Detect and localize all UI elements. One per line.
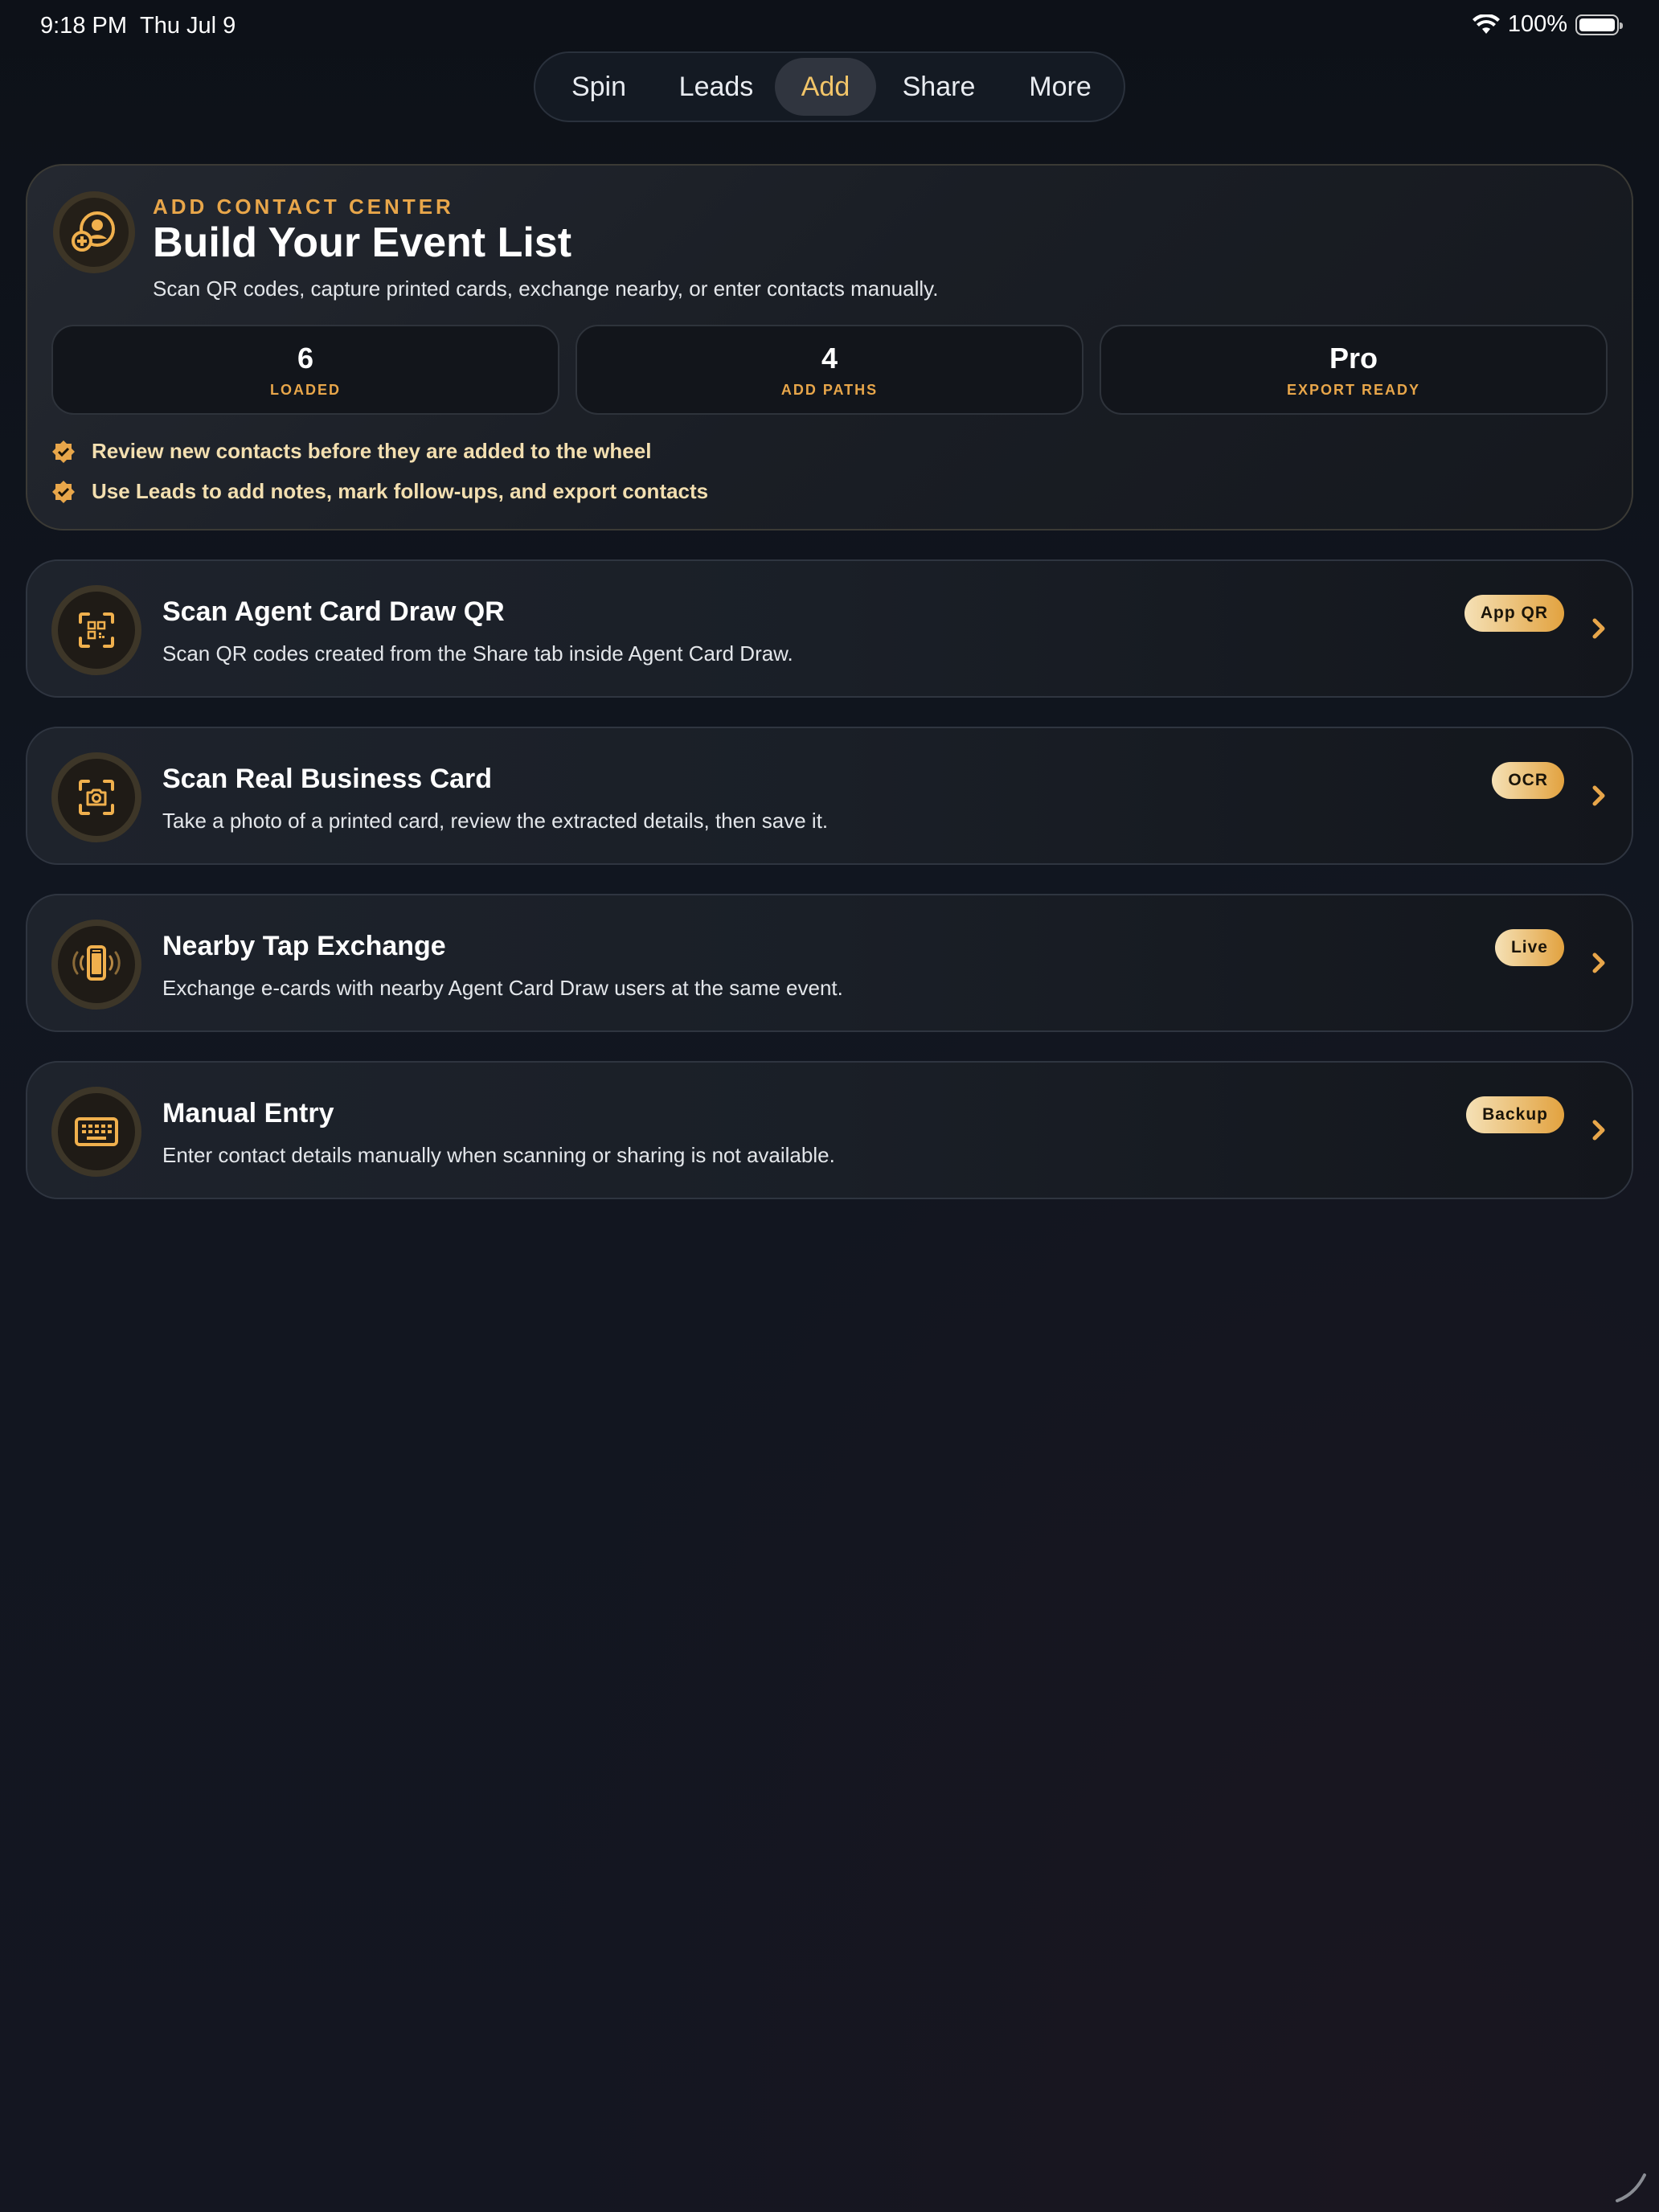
check-badge-icon xyxy=(52,480,75,503)
phone-waves-icon xyxy=(51,920,141,1010)
row-badge: Live xyxy=(1494,929,1564,966)
row-description: Take a photo of a printed card, review t… xyxy=(162,809,829,833)
tip-item: Review new contacts before they are adde… xyxy=(51,439,651,464)
tip-item: Use Leads to add notes, mark follow-ups,… xyxy=(51,479,708,504)
stat-value: Pro xyxy=(1329,341,1378,375)
keyboard-icon xyxy=(51,1087,141,1177)
tab-more[interactable]: More xyxy=(1002,58,1119,116)
stat-label: EXPORT READY xyxy=(1286,381,1421,398)
nearby-tap-exchange-row[interactable]: Nearby Tap Exchange Exchange e-cards wit… xyxy=(26,894,1633,1032)
hero-subtitle: Scan QR codes, capture printed cards, ex… xyxy=(153,276,939,301)
status-indicators: 100% xyxy=(1472,11,1623,38)
row-badge: App QR xyxy=(1464,595,1564,632)
tab-spin[interactable]: Spin xyxy=(540,58,657,116)
status-time: 9:18 PM xyxy=(40,13,127,39)
wifi-icon xyxy=(1472,14,1500,34)
tip-text: Review new contacts before they are adde… xyxy=(92,439,652,463)
stat-add-paths: 4 ADD PATHS xyxy=(576,325,1083,415)
row-title: Manual Entry xyxy=(162,1098,334,1129)
battery-icon xyxy=(1575,14,1623,35)
row-title: Scan Real Business Card xyxy=(162,764,493,794)
stat-label: LOADED xyxy=(270,381,341,398)
row-title: Nearby Tap Exchange xyxy=(162,931,446,961)
page-title: Build Your Event List xyxy=(153,219,572,266)
camera-scan-icon xyxy=(51,752,141,842)
add-contact-center-card: ADD CONTACT CENTER Build Your Event List… xyxy=(26,164,1633,530)
stat-export-ready: Pro EXPORT READY xyxy=(1100,325,1608,415)
row-title: Scan Agent Card Draw QR xyxy=(162,596,505,627)
stat-label: ADD PATHS xyxy=(780,381,879,398)
scan-app-qr-row[interactable]: Scan Agent Card Draw QR Scan QR codes cr… xyxy=(26,559,1633,698)
stat-loaded: 6 LOADED xyxy=(51,325,559,415)
tab-bar: Spin Leads Add Share More xyxy=(534,51,1125,122)
tab-add[interactable]: Add xyxy=(775,58,876,116)
row-badge: OCR xyxy=(1492,762,1564,799)
tip-text: Use Leads to add notes, mark follow-ups,… xyxy=(92,479,709,503)
tab-leads[interactable]: Leads xyxy=(657,58,775,116)
check-badge-icon xyxy=(52,440,75,463)
chevron-right-icon xyxy=(1592,785,1605,806)
chevron-right-icon xyxy=(1592,1120,1605,1141)
tab-share[interactable]: Share xyxy=(876,58,1002,116)
status-bar: 9:18 PM Thu Jul 9 100% xyxy=(0,0,1659,51)
add-contact-icon xyxy=(53,191,135,273)
scroll-indicator xyxy=(1616,2173,1646,2202)
stat-value: 6 xyxy=(297,341,314,375)
row-badge: Backup xyxy=(1466,1096,1564,1133)
manual-entry-row[interactable]: Manual Entry Enter contact details manua… xyxy=(26,1061,1633,1199)
row-description: Exchange e-cards with nearby Agent Card … xyxy=(162,976,843,1000)
chevron-right-icon xyxy=(1592,618,1605,639)
stat-value: 4 xyxy=(821,341,838,375)
row-description: Enter contact details manually when scan… xyxy=(162,1143,835,1167)
row-description: Scan QR codes created from the Share tab… xyxy=(162,641,793,666)
scan-business-card-row[interactable]: Scan Real Business Card Take a photo of … xyxy=(26,727,1633,865)
qr-scan-icon xyxy=(51,585,141,675)
battery-percent: 100% xyxy=(1507,11,1567,37)
status-date: Thu Jul 9 xyxy=(140,13,236,39)
chevron-right-icon xyxy=(1592,952,1605,973)
hero-eyebrow: ADD CONTACT CENTER xyxy=(153,195,454,219)
